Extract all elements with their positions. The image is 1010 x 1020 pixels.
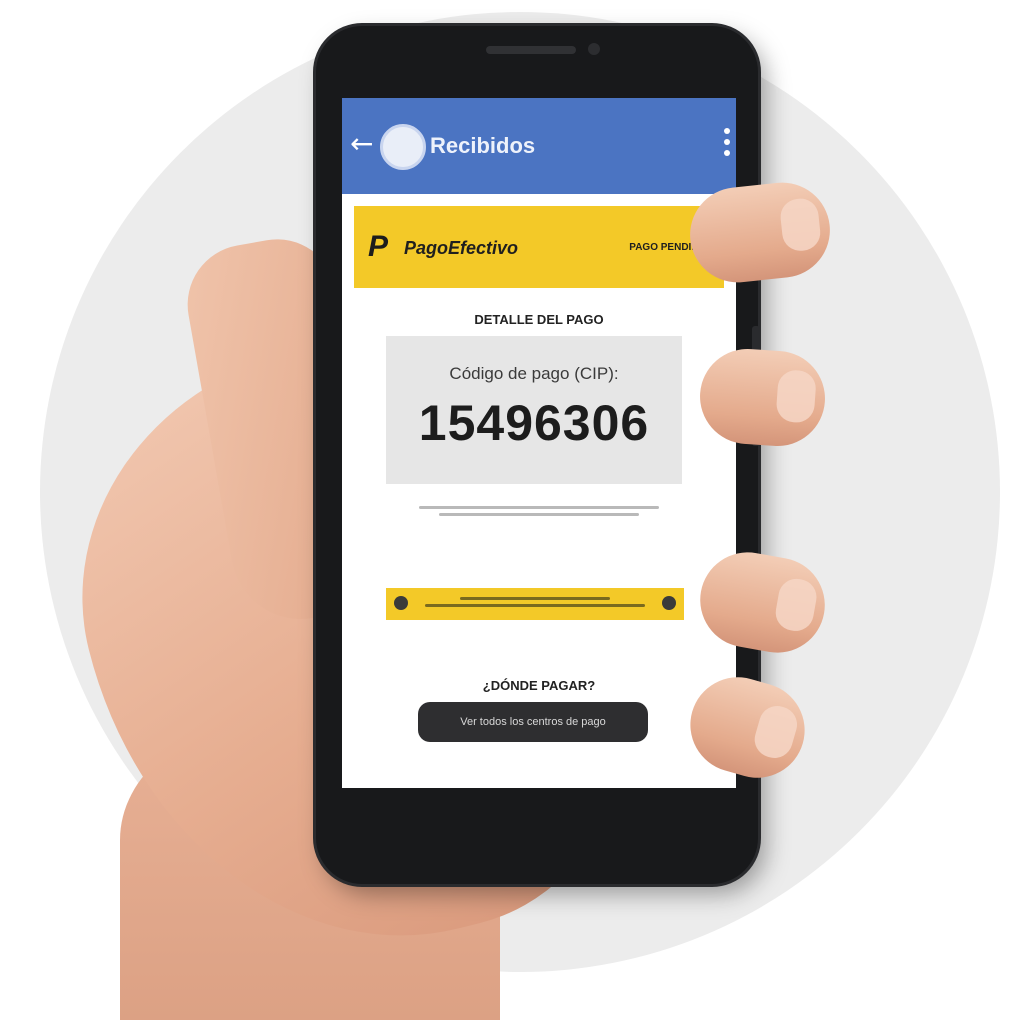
info-icon [394,596,408,610]
where-to-pay-title: ¿DÓNDE PAGAR? [482,678,596,693]
detail-section-title: DETALLE DEL PAGO [474,312,604,327]
more-vertical-icon[interactable] [724,128,730,162]
brand-logo: P [368,230,389,263]
arrow-left-icon[interactable]: ← [350,130,373,158]
avatar[interactable] [380,124,426,170]
info-banner [386,588,684,620]
phone-speaker [486,46,576,54]
phone-screen: ← Recibidos P PagoEfectivo PAGO PENDIENT… [342,98,736,788]
payment-code-card: Código de pago (CIP): 15496306 [386,336,682,484]
info-banner-text [418,597,652,611]
fine-print-text [412,506,666,520]
view-payment-centers-button[interactable]: Ver todos los centros de pago [418,702,648,742]
app-bar-title: Recibidos [430,133,536,158]
payment-code-label: Código de pago (CIP): [449,364,619,383]
payment-code-value: 15496306 [418,395,650,451]
phone-camera [588,43,600,55]
brand-header: P PagoEfectivo PAGO PENDIENTE [354,206,724,288]
phone: ← Recibidos P PagoEfectivo PAGO PENDIENT… [316,26,760,884]
app-bar: ← Recibidos [342,98,736,194]
brand-name: PagoEfectivo [404,238,519,258]
info-icon [662,596,676,610]
